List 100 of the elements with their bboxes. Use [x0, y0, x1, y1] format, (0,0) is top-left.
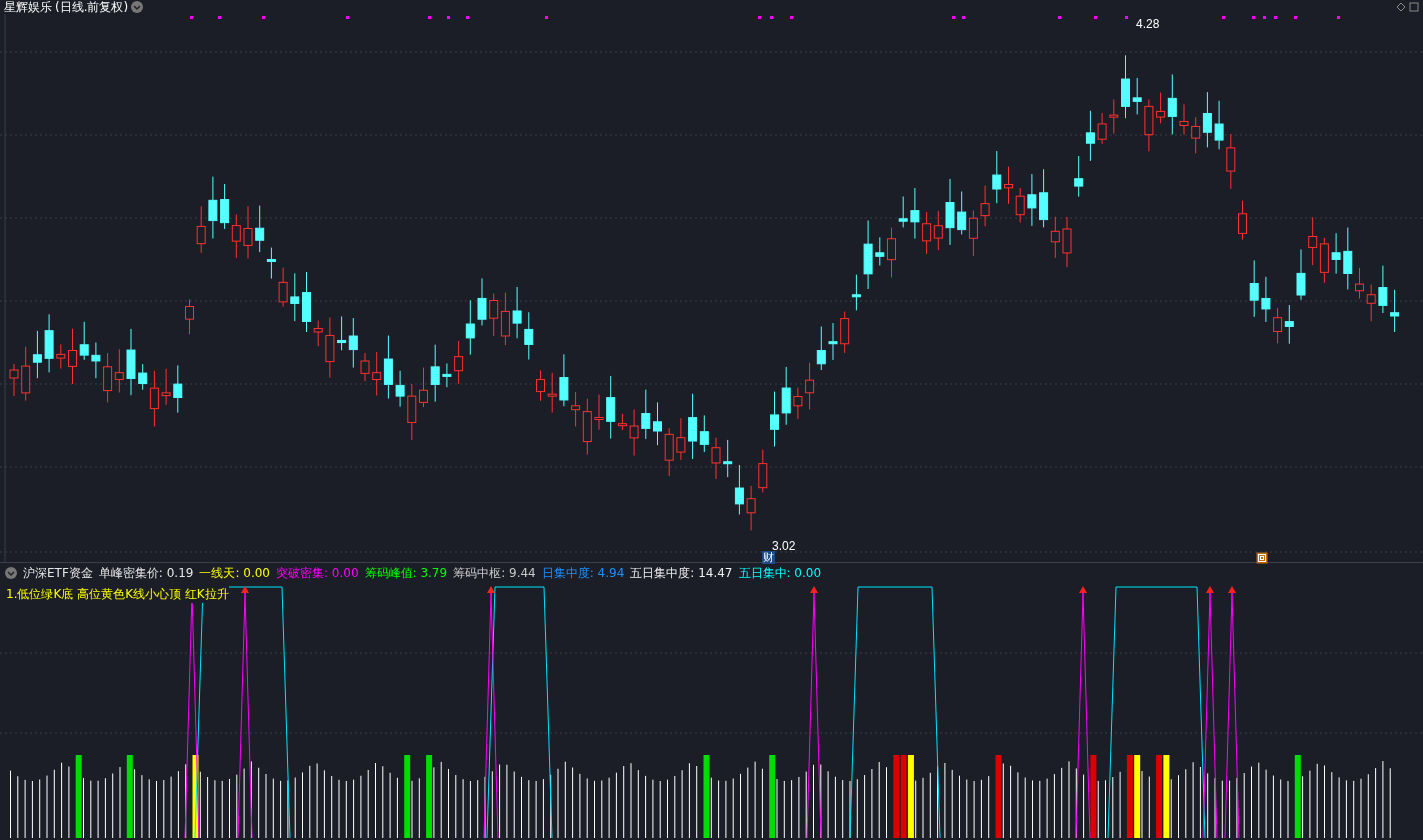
- candlestick: [1308, 216, 1318, 266]
- candlestick: [407, 383, 417, 441]
- indicator-note: 1.低位绿K底 高位黄色K线小心顶 红K拉升: [6, 586, 229, 603]
- candlestick: [103, 352, 113, 403]
- legend-value: 筹码峰值: 3.79: [364, 564, 448, 582]
- dropdown-icon[interactable]: [131, 1, 144, 13]
- candlestick: [1378, 265, 1388, 314]
- candlestick: [302, 271, 311, 333]
- candlestick: [243, 205, 253, 259]
- candlestick: [313, 320, 323, 347]
- candlestick: [945, 178, 955, 246]
- candlestick: [208, 176, 218, 239]
- candlestick: [887, 227, 896, 279]
- candlestick: [1214, 100, 1224, 150]
- candlestick: [173, 364, 183, 414]
- candlestick: [1366, 284, 1376, 322]
- legend-value: 突破密集: 0.00: [276, 564, 359, 582]
- candlestick: [290, 272, 300, 322]
- candlestick: [1074, 155, 1084, 198]
- candlestick: [898, 196, 908, 228]
- candlestick: [746, 485, 756, 531]
- candlestick: [1039, 168, 1049, 228]
- candlestick: [1238, 200, 1247, 241]
- candlestick: [185, 298, 194, 335]
- candlestick: [489, 293, 499, 337]
- candlestick: [114, 348, 124, 393]
- collapse-icon[interactable]: [5, 567, 17, 579]
- candlestick: [1004, 166, 1013, 205]
- candlestick: [1085, 110, 1095, 162]
- square-icon[interactable]: [1409, 2, 1419, 12]
- candlestick: [454, 340, 464, 385]
- candlestick: [9, 363, 19, 397]
- candlestick: [56, 343, 66, 370]
- candlestick: [1015, 187, 1025, 223]
- candlestick: [442, 362, 452, 388]
- candlestick: [863, 219, 873, 290]
- candlestick: [1343, 227, 1353, 290]
- candlestick: [723, 439, 733, 478]
- candlestick: [816, 326, 826, 371]
- candlestick: [1355, 267, 1364, 300]
- target-icon[interactable]: [1256, 552, 1268, 564]
- candlestick: [968, 209, 978, 257]
- candlestick: [653, 401, 662, 446]
- candlestick: [44, 313, 54, 373]
- indicator-name: 沪深ETF资金: [23, 564, 93, 582]
- candlestick: [68, 328, 77, 385]
- candlestick: [79, 321, 89, 361]
- candlestick: [676, 417, 686, 461]
- candlestick: [922, 211, 932, 255]
- legend-value: 单峰密集价: 0.19: [98, 564, 194, 582]
- candlestick: [477, 277, 487, 326]
- candlestick: [419, 367, 428, 408]
- candlestick: [933, 210, 943, 251]
- candlestick: [1109, 98, 1119, 135]
- legend-value: 一线天: 0.00: [199, 564, 270, 582]
- candlestick: [781, 366, 791, 426]
- legend-value: 五日集中度: 14.47: [630, 564, 733, 582]
- candlestick: [524, 311, 534, 361]
- candlestick: [32, 330, 42, 379]
- event-marker[interactable]: 财: [762, 551, 775, 564]
- legend-value: 日集中度: 4.94: [541, 564, 625, 582]
- candlestick: [1390, 289, 1400, 333]
- legend-value: 筹码中枢: 9.44: [453, 564, 536, 582]
- candlestick: [758, 449, 768, 493]
- candlestick: [910, 187, 920, 240]
- candlestick: [512, 286, 522, 339]
- candlestick: [1249, 259, 1259, 318]
- candlestick: [536, 369, 545, 402]
- candlestick: [1062, 216, 1072, 268]
- candlestick: [1050, 216, 1060, 259]
- candlestick: [828, 322, 838, 361]
- candlestick: [220, 183, 230, 230]
- candlestick: [500, 292, 510, 346]
- candlestick: [980, 185, 990, 227]
- period-label: (日线.前复权): [55, 0, 129, 16]
- candlestick: [711, 437, 721, 480]
- candlestick: [465, 299, 475, 356]
- candlestick: [21, 346, 31, 402]
- candlestick: [770, 391, 779, 448]
- candlestick: [1284, 304, 1294, 345]
- candlestick: [1296, 248, 1306, 301]
- candlestick: [992, 150, 1002, 204]
- candlestick: [360, 352, 370, 382]
- candlestick: [395, 370, 405, 408]
- candlestick: [734, 464, 744, 515]
- candlestick: [1179, 103, 1189, 136]
- candlestick: [875, 236, 885, 266]
- candlestick: [1027, 173, 1037, 227]
- candlestick: [1331, 232, 1341, 275]
- candlestick: [1273, 307, 1283, 344]
- candlestick: [594, 394, 604, 431]
- diamond-icon[interactable]: [1396, 2, 1406, 12]
- candlestick: [1261, 276, 1271, 323]
- candlestick: [1132, 77, 1142, 115]
- candlestick: [1121, 54, 1130, 119]
- candlestick: [1226, 133, 1236, 190]
- candlestick: [430, 344, 440, 403]
- candlestick: [1097, 112, 1107, 145]
- candlestick: [325, 317, 335, 379]
- candlestick: [372, 351, 382, 397]
